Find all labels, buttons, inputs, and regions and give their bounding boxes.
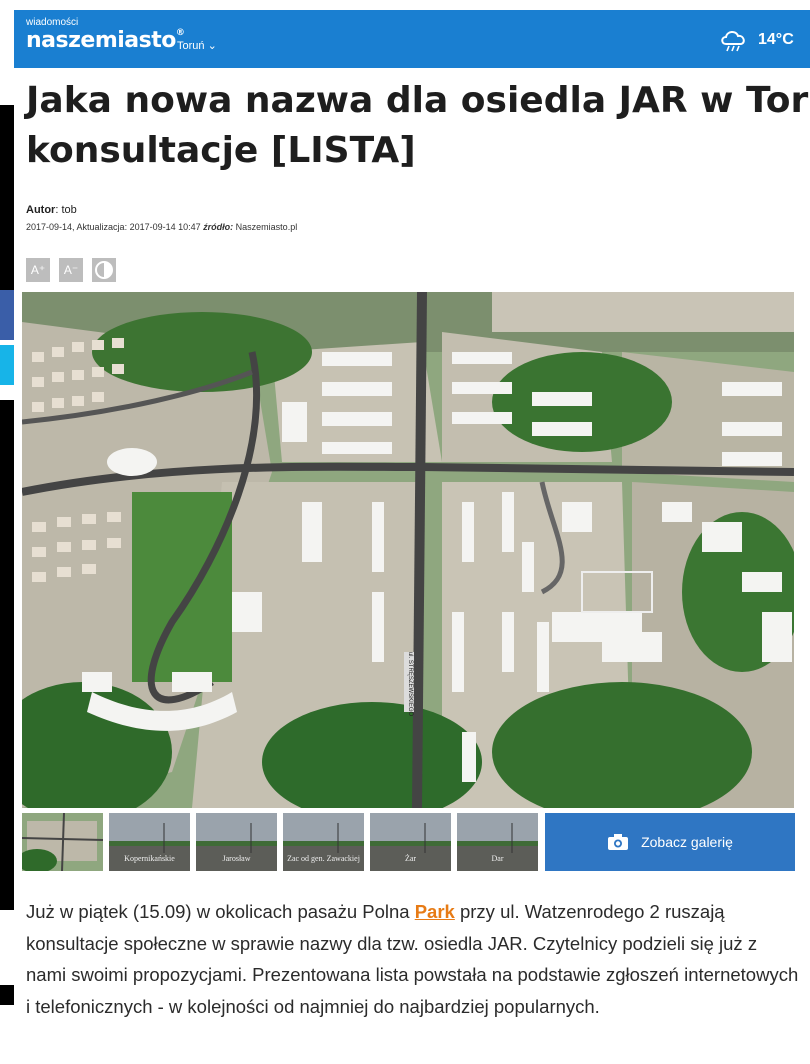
author-name: tob (61, 204, 77, 216)
hero-image[interactable]: ul. STRĘSZEWSKIEGO (22, 292, 794, 808)
gallery-thumbnail[interactable] (22, 813, 103, 871)
date-line: 2017-09-14, Aktualizacja: 2017-09-14 10:… (26, 222, 297, 232)
gallery-thumbnail[interactable]: Zac od gen. Zawackiej (283, 813, 364, 871)
see-gallery-button[interactable]: Zobacz galerię (545, 813, 795, 871)
article-title: Jaka nowa nazwa dla osiedla JAR w Tor ko… (26, 76, 810, 176)
left-edge-dark-block-2 (0, 400, 14, 910)
publish-dates: 2017-09-14, Aktualizacja: 2017-09-14 10:… (26, 222, 201, 232)
author-label: Autor (26, 204, 56, 216)
left-edge-blue-block (0, 290, 14, 340)
left-edge-cyan-block (0, 345, 14, 385)
city-selector[interactable]: Toruń ⌄ (177, 39, 217, 52)
thumbnail-image (22, 813, 103, 871)
source-name: Naszemiasto.pl (235, 222, 298, 232)
left-edge-dark-block (0, 105, 14, 290)
left-edge-strip (0, 0, 14, 1064)
brand-name: naszemiasto (26, 28, 176, 53)
thumbnail-label: Dar (491, 854, 504, 863)
thumbnail-label: Żar (404, 854, 417, 863)
gallery-thumbnail[interactable]: Jarosław (196, 813, 277, 871)
left-edge-dark-block-3 (0, 985, 14, 1005)
brand-mark: ® (175, 28, 185, 38)
city-label: Toruń (177, 40, 205, 52)
author-line: Autor: tob (26, 204, 77, 216)
brand-small-label: wiadomości (26, 17, 79, 28)
park-link[interactable]: Park (415, 901, 455, 922)
camera-icon (608, 834, 629, 850)
gallery-thumbnail[interactable]: Żar (370, 813, 451, 871)
thumbnail-label: Kopernikańskie (124, 854, 175, 863)
hero-road-label: ul. STRĘSZEWSKIEGO (407, 652, 413, 717)
article-title-line-1: Jaka nowa nazwa dla osiedla JAR w Tor (26, 80, 809, 121)
article-lead: Już w piątek (15.09) w okolicach pasażu … (26, 896, 801, 1022)
see-gallery-label: Zobacz galerię (641, 834, 733, 850)
site-header: wiadomości naszemiasto® Toruń ⌄ 14°C (14, 10, 810, 68)
article-title-line-2: konsultacje [LISTA] (26, 130, 416, 171)
thumbnail-label: Jarosław (222, 854, 251, 863)
temperature: 14°C (758, 31, 794, 48)
source-label: źródło: (203, 222, 234, 232)
chevron-down-icon: ⌄ (207, 40, 217, 52)
lead-text-1: Już w piątek (15.09) w okolicach pasażu … (26, 901, 415, 922)
contrast-button[interactable] (92, 258, 116, 282)
contrast-icon (95, 261, 113, 279)
gallery-thumbnail[interactable]: Dar (457, 813, 538, 871)
rain-cloud-icon (721, 31, 745, 52)
font-decrease-button[interactable]: A⁻ (59, 258, 83, 282)
gallery-thumbnail[interactable]: Kopernikańskie (109, 813, 190, 871)
brand-logo[interactable]: naszemiasto® (26, 28, 185, 53)
thumbnail-label: Zac od gen. Zawackiej (287, 854, 360, 863)
font-increase-button[interactable]: A⁺ (26, 258, 50, 282)
